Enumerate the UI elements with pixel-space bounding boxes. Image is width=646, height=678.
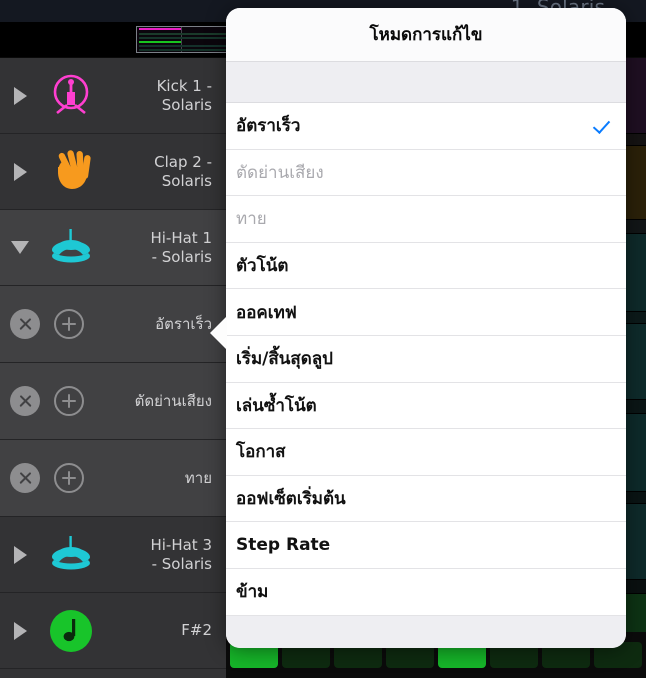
track-row[interactable]: Hi-Hat 3 - Solaris [0,517,226,593]
menu-item[interactable]: Step Rate [226,522,626,569]
track-parameter-row[interactable]: ทาย [0,440,226,517]
menu-item-label: โอกาส [236,442,286,463]
disclosure-triangle-right-icon[interactable] [0,86,40,105]
parameter-row-buttons [0,309,104,339]
parameter-label: อัตราเร็ว [155,315,212,333]
track-list-sidebar[interactable]: Kick 1 - Solaris Clap 2 - Solaris Hi-Hat 1… [0,58,226,678]
parameter-row-buttons [0,463,104,493]
menu-item[interactable]: ออฟเซ็ตเริ่มต้น [226,475,626,523]
track-parameter-row[interactable]: ตัดย่านเสียง [0,363,226,440]
edit-mode-popup: โหมดการแก้ไข อัตราเร็วตัดย่านเสียงทายตัว… [226,8,626,648]
hi-hat-cymbal-icon [40,218,102,278]
pattern-thumbnail-line [139,41,181,43]
close-circle-icon[interactable] [10,463,40,493]
menu-item[interactable]: อัตราเร็ว [226,103,626,150]
popup-footer [226,615,626,648]
track-row[interactable]: F#2 [0,593,226,669]
track-label: Hi-Hat 1 - Solaris [150,228,212,266]
menu-item[interactable]: เริ่ม/สิ้นสุดลูป [226,335,626,383]
menu-item-label: ข้าม [236,582,269,603]
note-circle-icon [40,601,102,661]
menu-item[interactable]: ออคเทฟ [226,289,626,336]
track-label: Clap 2 - Solaris [154,152,212,190]
menu-item-label: อัตราเร็ว [236,116,301,137]
checkmark-icon [592,116,612,136]
menu-item-label: ตัวโน้ต [236,256,289,277]
disclosure-triangle-right-icon[interactable] [0,162,40,181]
disclosure-triangle-right-icon[interactable] [0,621,40,640]
parameter-row-buttons [0,386,104,416]
disclosure-triangle-right-icon[interactable] [0,545,40,564]
pattern-thumbnail-line [139,28,181,30]
menu-item[interactable]: ข้าม [226,568,626,616]
track-parameter-row[interactable]: อัตราเร็ว [0,286,226,363]
track-row[interactable]: Clap 2 - Solaris [0,134,226,210]
clap-hand-icon [40,142,102,202]
edit-mode-menu[interactable]: อัตราเร็วตัดย่านเสียงทายตัวโน้ตออคเทฟเริ… [226,103,626,616]
parameter-label: ตัดย่านเสียง [134,392,212,410]
track-row[interactable]: Kick 1 - Solaris [0,58,226,134]
menu-item-label: เล่นซ้ำโน้ต [236,395,317,416]
close-circle-icon[interactable] [10,309,40,339]
menu-item: ทาย [226,196,626,243]
popup-spacer [226,62,626,103]
kick-drum-icon [40,66,102,126]
hi-hat-cymbal-icon [40,525,102,585]
close-circle-icon[interactable] [10,386,40,416]
popup-title: โหมดการแก้ไข [226,8,626,62]
menu-item-label: ทาย [236,209,267,230]
menu-item[interactable]: เล่นซ้ำโน้ต [226,382,626,430]
plus-circle-icon[interactable] [54,309,84,339]
menu-item-label: ออฟเซ็ตเริ่มต้น [236,489,346,510]
track-label: Kick 1 - Solaris [156,76,212,114]
plus-circle-icon[interactable] [54,463,84,493]
parameter-label: ทาย [184,469,212,487]
disclosure-triangle-down-icon[interactable] [0,241,40,254]
menu-item: ตัดย่านเสียง [226,149,626,197]
menu-item[interactable]: ตัวโน้ต [226,242,626,290]
menu-item-label: Step Rate [236,535,331,556]
track-label: Hi-Hat 3 - Solaris [150,535,212,573]
plus-circle-icon[interactable] [54,386,84,416]
menu-item[interactable]: โอกาส [226,429,626,476]
menu-item-label: เริ่ม/สิ้นสุดลูป [236,349,333,370]
app-root: 1. Solaris Kick 1 - SolarisClap 2 - Sola… [0,0,646,678]
track-label: F#2 [181,621,212,639]
menu-item-label: ออคเทฟ [236,302,297,323]
menu-item-label: ตัดย่านเสียง [236,162,324,183]
popup-caret [210,316,227,350]
track-row[interactable]: Hi-Hat 1 - Solaris [0,210,226,286]
